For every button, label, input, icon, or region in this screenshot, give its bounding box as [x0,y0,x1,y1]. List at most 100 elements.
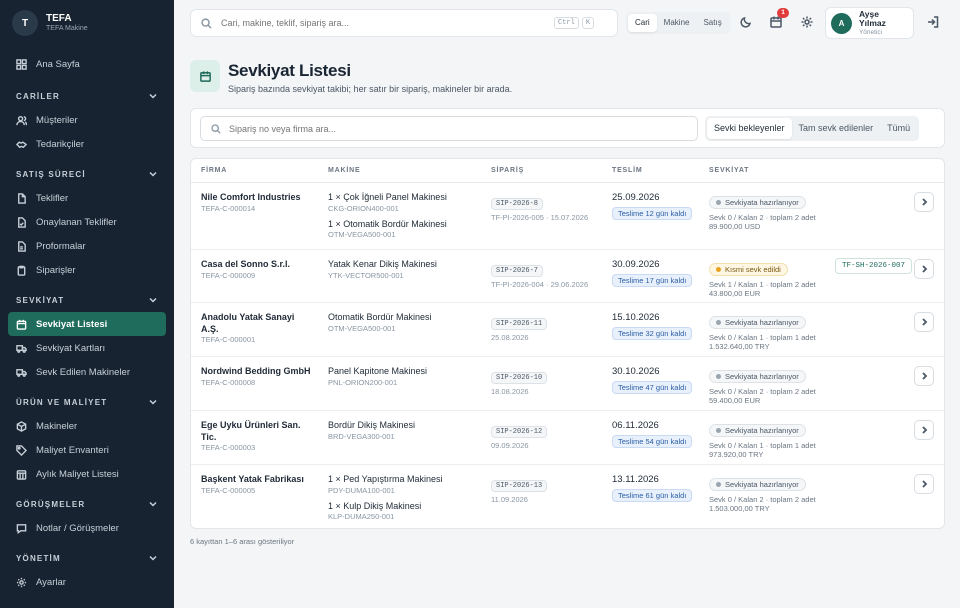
section-satis-sureci[interactable]: SATIŞ SÜRECİ [8,162,166,186]
order-search[interactable] [200,116,698,141]
order-number[interactable]: SIP-2026-8 [491,198,544,210]
order-number[interactable]: SIP-2026-13 [491,480,548,492]
open-row-button[interactable] [914,259,934,279]
sidebar-item-onaylanan-teklifler[interactable]: Onaylanan Teklifler [8,210,166,234]
sidebar-item-makineler[interactable]: Makineler [8,414,166,438]
search-icon [211,123,221,134]
scope-satis[interactable]: Satış [696,14,728,32]
column-header-siparis[interactable]: SİPARİŞ [491,167,524,174]
brand[interactable]: T TEFA TEFA Makine [0,0,174,46]
shipment-cell: Sevkiyata hazırlanıyor Sevk 0 / Kalan 1 ·… [709,420,816,459]
open-row-button[interactable] [914,312,934,332]
open-row-button[interactable] [914,192,934,212]
table-row[interactable]: Başkent Yatak Fabrikası TEFA-C-000005 1 ×… [191,465,944,528]
status-label: Sevkiyata hazırlanıyor [725,372,799,381]
table-row[interactable]: Casa del Sonno S.r.l. TEFA-C-000009 Yatak… [191,250,944,303]
sidebar: T TEFA TEFA Makine Ana Sayfa CARİLER Müş… [0,0,174,608]
tab-tam-sevk-edilenler[interactable]: Tam sevk edilenler [792,118,881,139]
shipment-cell: Sevkiyata hazırlanıyor Sevk 0 / Kalan 1 ·… [709,312,816,351]
section-cariler[interactable]: CARİLER [8,84,166,108]
order-cell: SIP-2026-12 09.09.2026 [491,420,548,450]
delivery-cell: 13.11.2026 Teslime 61 gün kaldı [612,474,693,503]
section-sevkiyat[interactable]: SEVKİYAT [8,288,166,312]
column-header-teslim[interactable]: TESLİM [612,167,642,174]
page-subtitle: Sipariş bazında sevkiyat takibi; her sat… [228,84,513,94]
global-search[interactable]: Ctrl K [190,9,618,37]
global-search-input[interactable] [221,18,551,28]
table-row[interactable]: Nordwind Bedding GmbH TEFA-C-000008 Panel… [191,357,944,411]
machine-name: Yatak Kenar Dikiş Makinesi [328,259,437,269]
moon-icon[interactable] [739,15,753,29]
sidebar-item-siparisler[interactable]: Siparişler [8,258,166,282]
sidebar-item-home[interactable]: Ana Sayfa [8,52,166,76]
section-gorusmeler[interactable]: GÖRÜŞMELER [8,492,166,516]
order-number[interactable]: SIP-2026-7 [491,265,544,277]
order-meta: 11.09.2026 [491,495,528,504]
sidebar-item-sevkiyat-listesi[interactable]: Sevkiyat Listesi [8,312,166,336]
firm-cell: Nordwind Bedding GmbH TEFA-C-000008 [201,366,311,388]
table-row[interactable]: Ege Uyku Ürünleri San. Tic. TEFA-C-000003… [191,411,944,465]
scope-cari[interactable]: Cari [628,14,657,32]
table-row[interactable]: Anadolu Yatak Sanayi A.Ş. TEFA-C-000001 O… [191,303,944,357]
delivery-date: 15.10.2026 [612,312,660,323]
machine-code: OTM-VEGA500-001 [328,230,396,240]
page-title: Sevkiyat Listesi [228,61,351,80]
user-name: Ayşe Yılmaz [858,9,886,29]
table-row[interactable]: Nile Comfort Industries TEFA-C-000014 1 ×… [191,183,944,250]
search-icon [201,17,212,29]
open-row-button[interactable] [914,474,934,494]
open-row-button[interactable] [914,366,934,386]
shipment-amount: 43.800,00 EUR [709,289,761,298]
order-number[interactable]: SIP-2026-11 [491,318,548,330]
tab-tumu[interactable]: Tümü [880,118,917,139]
sidebar-item-tedarikciler[interactable]: Tedarikçiler [8,132,166,156]
order-number[interactable]: SIP-2026-12 [491,426,548,438]
sidebar-item-sevk-edilen-makineler[interactable]: Sevk Edilen Makineler [8,360,166,384]
shipment-table: FİRMA MAKİNE SİPARİŞ TESLİM SEVKİYAT Nil… [190,158,945,529]
chevron-down-icon [149,555,157,561]
firm-code: TEFA-C-000014 [201,203,256,213]
sidebar-item-notlar-gorusmeler[interactable]: Notlar / Görüşmeler [8,516,166,540]
sidebar-nav: Ana Sayfa CARİLER Müşteriler Tedarikçile… [0,52,174,594]
sidebar-item-aylik-maliyet-listesi[interactable]: Aylık Maliyet Listesi [8,462,166,486]
sidebar-item-label: Sevk Edilen Makineler [36,366,130,378]
logout-icon[interactable] [926,15,940,29]
sidebar-item-sevkiyat-kartlari[interactable]: Sevkiyat Kartları [8,336,166,360]
status-dot-icon [716,374,721,379]
scope-makine[interactable]: Makine [657,14,697,32]
gear-icon[interactable] [800,15,814,29]
delivery-countdown-badge: Teslime 12 gün kaldı [612,207,693,220]
delivery-cell: 25.09.2026 Teslime 12 gün kaldı [612,192,693,221]
delivery-date: 13.11.2026 [612,474,659,485]
chevron-right-icon [922,372,928,380]
sidebar-item-maliyet-envanteri[interactable]: Maliyet Envanteri [8,438,166,462]
order-cell: SIP-2026-7 TF-PI-2026-004 · 29.06.2026 [491,259,588,289]
user-menu[interactable]: A Ayşe Yılmaz Yönetici [825,7,914,39]
order-search-input[interactable] [229,123,659,134]
column-header-makine[interactable]: MAKİNE [328,167,360,174]
delivery-cell: 30.09.2026 Teslime 17 gün kaldı [612,259,693,288]
sidebar-item-teklifler[interactable]: Teklifler [8,186,166,210]
sidebar-item-proformalar[interactable]: Proformalar [8,234,166,258]
firm-cell: Ege Uyku Ürünleri San. Tic. TEFA-C-000003 [201,420,311,454]
sidebar-item-musteriler[interactable]: Müşteriler [8,108,166,132]
open-row-button[interactable] [914,420,934,440]
firm-name: Başkent Yatak Fabrikası [201,474,304,484]
order-meta: TF-PI-2026-005 · 15.07.2026 [491,213,589,222]
sidebar-item-ayarlar[interactable]: Ayarlar [8,570,166,594]
order-cell: SIP-2026-11 25.08.2026 [491,312,548,342]
machine-code: PNL-ORION200-001 [328,377,398,387]
order-number[interactable]: SIP-2026-10 [491,372,548,384]
sidebar-item-label: Maliyet Envanteri [36,444,109,456]
section-title: SEVKİYAT [16,295,65,305]
sidebar-item-label: Onaylanan Teklifler [36,216,117,228]
section-title: ÜRÜN VE MALİYET [16,397,108,407]
delivery-countdown-badge: Teslime 17 gün kaldı [612,274,693,287]
section-urun-ve-maliyet[interactable]: ÜRÜN VE MALİYET [8,390,166,414]
column-header-sevkiyat[interactable]: SEVKİYAT [709,167,749,174]
column-header-firma[interactable]: FİRMA [201,167,227,174]
delivery-countdown-badge: Teslime 61 gün kaldı [612,489,693,502]
section-yonetim[interactable]: YÖNETİM [8,546,166,570]
tab-sevki-bekleyenler[interactable]: Sevki bekleyenler [707,118,792,139]
shipment-reference-link[interactable]: TF-SH-2026-007 [835,258,913,274]
